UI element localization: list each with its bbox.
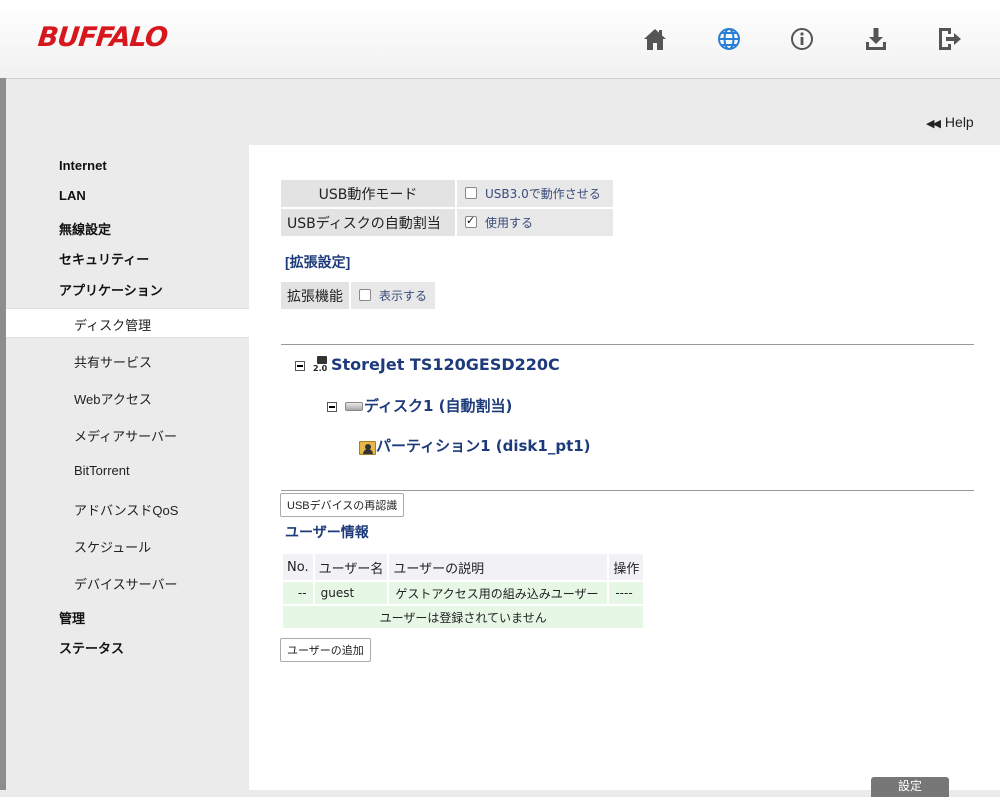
home-icon[interactable] — [640, 24, 670, 54]
user-no: -- — [283, 582, 313, 604]
sidebar-item-web-access[interactable]: Webアクセス — [74, 389, 152, 408]
download-icon[interactable] — [861, 24, 891, 54]
tree-disk-row: ディスク1 (自動割当) — [327, 395, 512, 416]
collapse-device-icon[interactable] — [295, 360, 305, 371]
main-panel: USB動作モード USB3.0で動作させる USBディスクの自動割当 使用する … — [249, 145, 1000, 797]
help-label: Help — [944, 114, 974, 130]
extended-feature-cell: 表示する — [351, 282, 436, 309]
hard-disk-icon — [345, 402, 363, 411]
user-table-header-action: 操作 — [609, 554, 644, 580]
table-row: ユーザーは登録されていません — [283, 606, 644, 628]
user-description: ゲストアクセス用の組み込みユーザー — [389, 582, 608, 604]
divider — [281, 490, 974, 491]
sidebar-item-share-service[interactable]: 共有サービス — [74, 352, 152, 371]
sidebar-item-schedule[interactable]: スケジュール — [74, 537, 151, 556]
show-extended-checkbox-label: 表示する — [379, 289, 428, 303]
auto-assign-cell: 使用する — [457, 209, 613, 236]
usb3-checkbox-label: USB3.0で動作させる — [485, 187, 601, 201]
tree-partition-row: パーティション1 (disk1_pt1) — [359, 435, 591, 456]
auto-assign-checkbox-label: 使用する — [485, 216, 534, 230]
usb-mode-label: USB動作モード — [281, 180, 455, 207]
usb-version-badge: 2.0 — [313, 363, 328, 373]
sidebar-item-bittorrent[interactable]: BitTorrent — [74, 463, 130, 478]
usb-mode-cell: USB3.0で動作させる — [457, 180, 613, 207]
sidebar-item-device-server[interactable]: デバイスサーバー — [74, 574, 177, 593]
info-icon[interactable] — [787, 24, 817, 54]
disk-name[interactable]: ディスク1 (自動割当) — [364, 397, 512, 415]
user-table-header-description: ユーザーの説明 — [389, 554, 608, 580]
sidebar-item-status[interactable]: ステータス — [59, 638, 124, 657]
extended-table: 拡張機能 表示する — [279, 280, 437, 311]
usb-device-icon: 2.0 — [313, 355, 331, 376]
buffalo-logo: BUFFALO — [36, 22, 169, 53]
sidebar-item-lan[interactable]: LAN — [59, 188, 86, 203]
window-edge — [0, 78, 6, 790]
extended-settings-link[interactable]: [拡張設定] — [285, 252, 350, 272]
sidebar-item-admin[interactable]: 管理 — [59, 608, 85, 627]
save-button[interactable]: 設定 — [871, 777, 949, 797]
header-bar: BUFFALO — [0, 0, 1000, 79]
auto-assign-label: USBディスクの自動割当 — [281, 209, 455, 236]
extended-feature-label: 拡張機能 — [281, 282, 349, 309]
sidebar-item-security[interactable]: セキュリティー — [59, 249, 149, 268]
tree-device-row: 2.0 StoreJet TS120GESD220C — [295, 355, 560, 376]
sidebar-item-media-server[interactable]: メディアサーバー — [74, 426, 177, 445]
user-action: ---- — [609, 582, 644, 604]
device-name[interactable]: StoreJet TS120GESD220C — [331, 355, 560, 374]
user-table: No. ユーザー名 ユーザーの説明 操作 -- guest ゲストアクセス用の組… — [281, 552, 645, 630]
add-user-button[interactable]: ユーザーの追加 — [280, 638, 371, 662]
user-info-title: ユーザー情報 — [285, 524, 369, 540]
no-users-message: ユーザーは登録されていません — [283, 606, 644, 628]
user-table-header-no: No. — [283, 554, 313, 580]
usb3-checkbox[interactable] — [465, 187, 477, 199]
sidebar-item-internet[interactable]: Internet — [59, 158, 107, 173]
sidebar-item-wireless[interactable]: 無線設定 — [59, 219, 111, 238]
sidebar-item-advanced-qos[interactable]: アドバンスドQoS — [74, 500, 178, 519]
globe-icon[interactable] — [714, 24, 744, 54]
table-row: -- guest ゲストアクセス用の組み込みユーザー ---- — [283, 582, 644, 604]
usb-settings-table: USB動作モード USB3.0で動作させる USBディスクの自動割当 使用する — [279, 178, 615, 238]
divider — [281, 344, 974, 345]
partition-name[interactable]: パーティション1 (disk1_pt1) — [376, 437, 591, 455]
user-name: guest — [314, 582, 388, 604]
auto-assign-checkbox[interactable] — [465, 214, 477, 228]
show-extended-checkbox[interactable] — [359, 289, 371, 301]
user-table-header-name: ユーザー名 — [314, 554, 388, 580]
partition-folder-icon — [359, 440, 376, 455]
rescan-usb-button[interactable]: USBデバイスの再認識 — [280, 493, 405, 517]
sidebar-item-disk-management[interactable]: ディスク管理 — [74, 315, 151, 334]
logout-icon[interactable] — [934, 24, 964, 54]
double-arrow-left-icon: ◀◀ — [926, 118, 941, 130]
collapse-disk-icon[interactable] — [327, 401, 337, 412]
sidebar-item-application[interactable]: アプリケーション — [59, 280, 163, 299]
help-link[interactable]: ◀◀ Help — [926, 114, 974, 130]
